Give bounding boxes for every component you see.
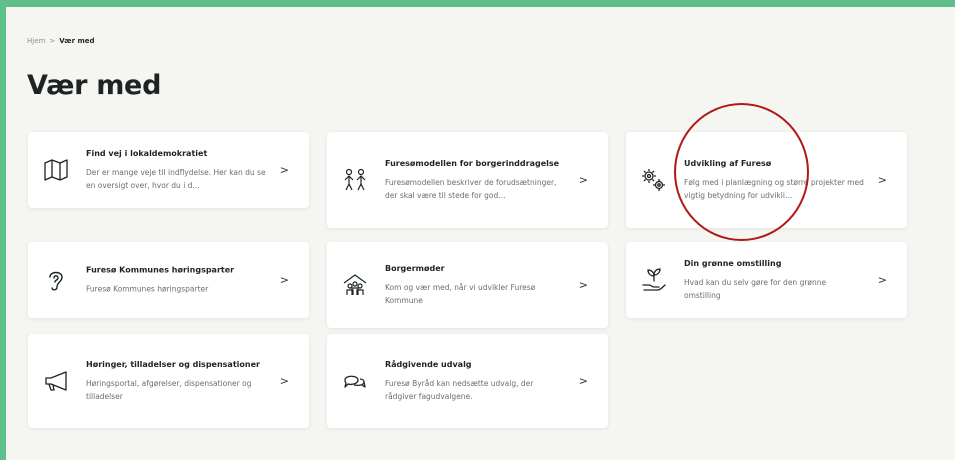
card-horinger-tilladelser[interactable]: Høringer, tilladelser og dispensationer … bbox=[28, 334, 309, 428]
card-description: Kom og vær med, når vi udvikler Furesø K… bbox=[385, 283, 536, 305]
ear-icon bbox=[42, 266, 70, 294]
card-description: Furesømodellen beskriver de forudsætning… bbox=[385, 178, 557, 200]
chevron-right-icon: > bbox=[279, 163, 289, 177]
breadcrumb: Hjem > Vær med bbox=[27, 37, 95, 45]
people-icon bbox=[341, 166, 369, 194]
chevron-right-icon: > bbox=[578, 374, 588, 388]
card-description: Der er mange veje til indflydelse. Her k… bbox=[86, 168, 266, 190]
card-description: Høringsportal, afgørelser, dispensatione… bbox=[86, 379, 252, 401]
card-din-gronne-omstilling[interactable]: Din grønne omstilling Hvad kan du selv g… bbox=[626, 242, 907, 318]
breadcrumb-home-link[interactable]: Hjem bbox=[27, 37, 45, 45]
card-title: Udvikling af Furesø bbox=[684, 159, 772, 168]
gears-icon bbox=[640, 166, 668, 194]
card-udvikling-af-fureso[interactable]: Udvikling af Furesø Følg med i planlægni… bbox=[626, 132, 907, 228]
card-description: Hvad kan du selv gøre for den grønne oms… bbox=[684, 278, 827, 300]
breadcrumb-separator-icon: > bbox=[49, 37, 56, 45]
chevron-right-icon: > bbox=[578, 173, 588, 187]
card-title: Find vej i lokaldemokratiet bbox=[86, 149, 208, 158]
sprout-hand-icon bbox=[640, 266, 668, 294]
chevron-right-icon: > bbox=[877, 273, 887, 287]
page-title: Vær med bbox=[27, 70, 162, 101]
chevron-right-icon: > bbox=[279, 273, 289, 287]
card-radgivende-udvalg[interactable]: Rådgivende udvalg Furesø Byråd kan nedsæ… bbox=[327, 334, 608, 428]
megaphone-icon bbox=[42, 367, 70, 395]
card-title: Furesø Kommunes høringsparter bbox=[86, 265, 235, 275]
card-description: Furesø Byråd kan nedsætte udvalg, der rå… bbox=[385, 379, 534, 401]
chevron-right-icon: > bbox=[279, 374, 289, 388]
page-content: Hjem > Vær med Vær med Find vej i lokald… bbox=[6, 7, 955, 460]
card-borgermoder[interactable]: Borgermøder Kom og vær med, når vi udvik… bbox=[327, 242, 608, 328]
card-horingsparter[interactable]: Furesø Kommunes høringsparter Furesø Kom… bbox=[28, 242, 309, 318]
card-title: Rådgivende udvalg bbox=[385, 360, 472, 369]
card-title: Borgermøder bbox=[385, 264, 445, 273]
card-find-vej[interactable]: Find vej i lokaldemokratiet Der er mange… bbox=[28, 132, 309, 208]
card-title: Furesømodellen for borgerinddragelse bbox=[385, 159, 560, 168]
breadcrumb-current: Vær med bbox=[59, 37, 95, 45]
card-title: Høringer, tilladelser og dispensationer bbox=[86, 360, 260, 369]
map-icon bbox=[42, 156, 70, 184]
card-title: Din grønne omstilling bbox=[684, 259, 782, 268]
card-furesomodellen[interactable]: Furesømodellen for borgerinddragelse Fur… bbox=[327, 132, 608, 228]
card-description: Furesø Kommunes høringsparter bbox=[86, 284, 209, 294]
chevron-right-icon: > bbox=[578, 278, 588, 292]
meeting-house-icon bbox=[341, 271, 369, 299]
chevron-right-icon: > bbox=[877, 173, 887, 187]
chat-bubbles-icon bbox=[341, 367, 369, 395]
card-description: Følg med i planlægning og større projekt… bbox=[684, 178, 864, 200]
